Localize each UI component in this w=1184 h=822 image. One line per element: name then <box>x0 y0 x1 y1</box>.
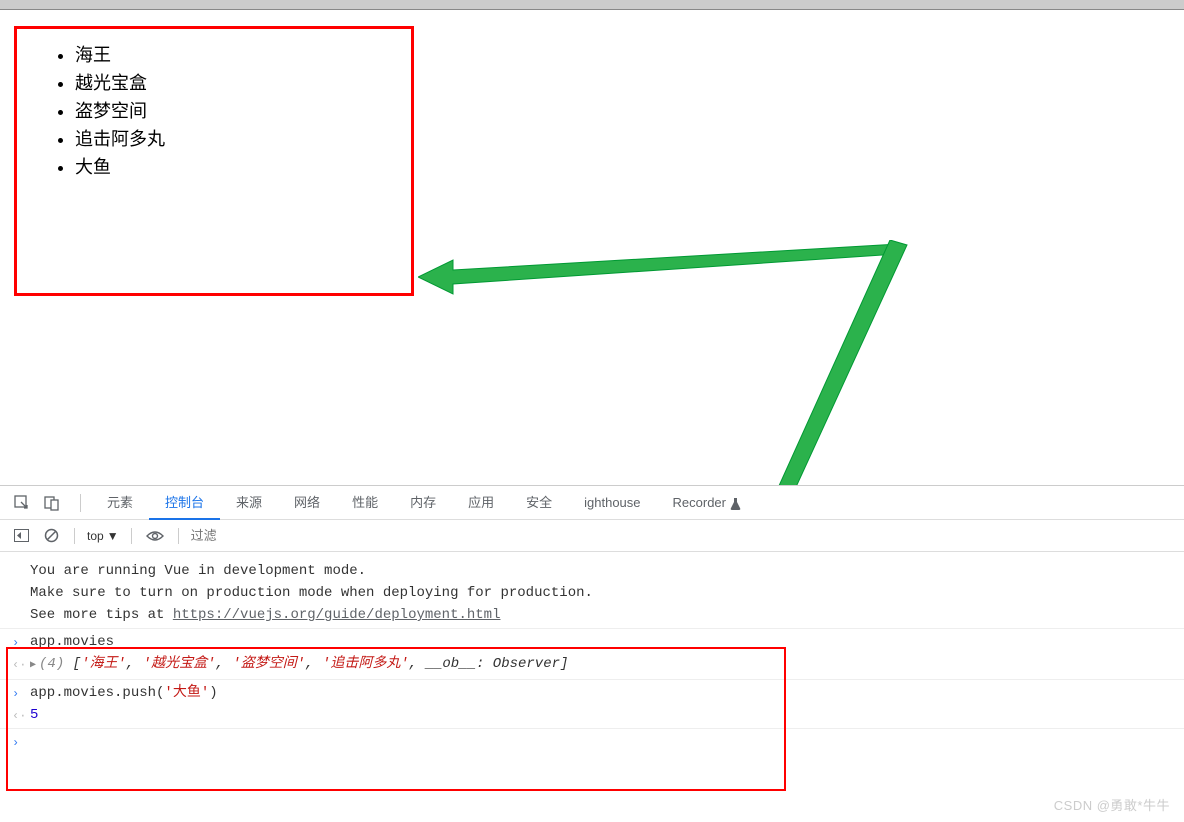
console-info: Make sure to turn on production mode whe… <box>0 582 1184 604</box>
inspect-icon[interactable] <box>10 491 34 515</box>
chevron-down-icon: ▼ <box>107 529 119 543</box>
console-toolbar: top ▼ <box>0 520 1184 552</box>
tab-memory[interactable]: 内存 <box>394 486 452 520</box>
tab-lighthouse[interactable]: ighthouse <box>568 486 656 520</box>
list-item: 盗梦空间 <box>75 97 401 125</box>
filter-input[interactable] <box>191 525 1184 547</box>
list-item: 大鱼 <box>75 153 401 181</box>
input-chevron-icon: › <box>12 684 19 704</box>
console-info: See more tips at https://vuejs.org/guide… <box>0 604 1184 626</box>
output-chevron-icon: ‹· <box>12 706 26 726</box>
sidebar-toggle-icon[interactable] <box>10 525 32 547</box>
devtools-panel: 元素 控制台 来源 网络 性能 内存 应用 安全 ighthouse Recor… <box>0 485 1184 822</box>
separator <box>80 494 81 512</box>
deployment-link[interactable]: https://vuejs.org/guide/deployment.html <box>173 607 501 623</box>
tab-elements[interactable]: 元素 <box>91 486 149 520</box>
movie-list: 海王 越光宝盒 盗梦空间 追击阿多丸 大鱼 <box>27 41 401 181</box>
clear-console-icon[interactable] <box>40 525 62 547</box>
list-item: 海王 <box>75 41 401 69</box>
context-selector[interactable]: top ▼ <box>87 529 119 543</box>
console-output-line: ‹· 5 <box>0 704 1184 726</box>
console-output-line[interactable]: ‹· ▶(4) ['海王', '越光宝盒', '盗梦空间', '追击阿多丸', … <box>0 653 1184 677</box>
output-chevron-icon: ‹· <box>12 655 26 675</box>
separator <box>74 528 75 544</box>
console-input-line: › app.movies <box>0 631 1184 653</box>
tab-security[interactable]: 安全 <box>510 486 568 520</box>
page-content: 海王 越光宝盒 盗梦空间 追击阿多丸 大鱼 <box>0 10 1184 485</box>
tab-performance[interactable]: 性能 <box>336 486 394 520</box>
eye-icon[interactable] <box>144 525 166 547</box>
flask-icon <box>730 497 741 510</box>
list-item: 越光宝盒 <box>75 69 401 97</box>
console-input-line: › app.movies.push('大鱼') <box>0 682 1184 704</box>
tab-console[interactable]: 控制台 <box>149 486 220 520</box>
tab-network[interactable]: 网络 <box>278 486 336 520</box>
input-chevron-icon: › <box>12 633 19 653</box>
tab-sources[interactable]: 来源 <box>220 486 278 520</box>
tab-recorder[interactable]: Recorder <box>657 486 757 520</box>
devtools-tabs: 元素 控制台 来源 网络 性能 内存 应用 安全 ighthouse Recor… <box>0 486 1184 520</box>
separator <box>131 528 132 544</box>
console-output[interactable]: You are running Vue in development mode.… <box>0 552 1184 733</box>
list-item: 追击阿多丸 <box>75 125 401 153</box>
console-prompt[interactable]: › <box>0 731 1184 733</box>
tab-application[interactable]: 应用 <box>452 486 510 520</box>
console-info: You are running Vue in development mode. <box>0 560 1184 582</box>
movie-list-box: 海王 越光宝盒 盗梦空间 追击阿多丸 大鱼 <box>14 26 414 296</box>
separator <box>178 528 179 544</box>
watermark: CSDN @勇敢*牛牛 <box>1054 795 1170 814</box>
device-toggle-icon[interactable] <box>40 491 64 515</box>
input-chevron-icon: › <box>12 733 19 753</box>
browser-top-bar <box>0 0 1184 10</box>
expand-triangle-icon[interactable]: ▶ <box>30 660 36 671</box>
